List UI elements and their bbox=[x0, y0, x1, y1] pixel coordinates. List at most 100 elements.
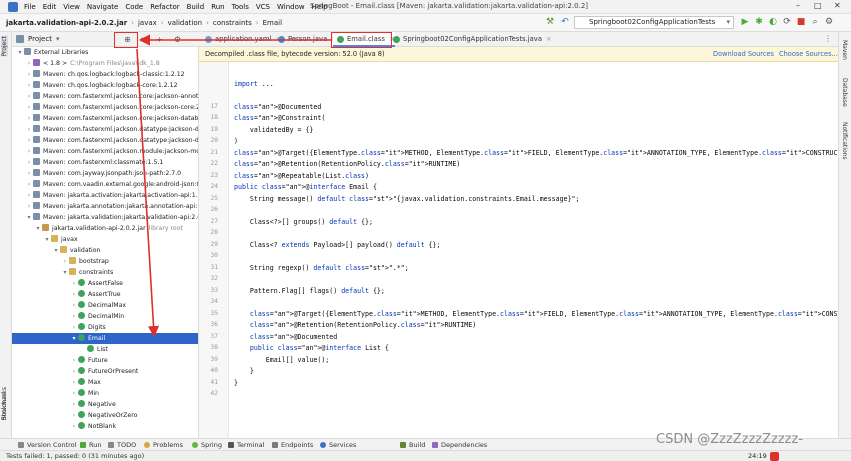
code-line[interactable]: class="an">@Constraint( bbox=[234, 114, 325, 122]
settings-gear-icon[interactable]: ⚙ bbox=[824, 17, 834, 27]
chevron-right-icon[interactable]: › bbox=[25, 146, 33, 157]
project-tool-tab[interactable]: Project bbox=[1, 36, 8, 57]
search-everywhere-icon[interactable]: ⌕ bbox=[810, 17, 820, 27]
chevron-right-icon[interactable]: › bbox=[25, 179, 33, 190]
tree-node[interactable]: › Maven: jakarta.annotation:jakarta.annot… bbox=[12, 201, 198, 212]
chevron-right-icon[interactable]: › bbox=[25, 91, 33, 102]
stop-icon[interactable]: ■ bbox=[796, 17, 806, 27]
chevron-right-icon[interactable]: › bbox=[61, 256, 69, 267]
tree-node[interactable]: ▾ Email bbox=[12, 333, 198, 344]
chevron-right-icon[interactable]: › bbox=[25, 135, 33, 146]
code-line[interactable]: } bbox=[234, 367, 254, 375]
breadcrumb-email[interactable]: Email bbox=[263, 19, 282, 27]
expand-all-icon[interactable]: ≡ bbox=[138, 34, 149, 45]
tree-node[interactable]: ▾ jakarta.validation-api-2.0.2.jar library… bbox=[12, 223, 198, 234]
run-icon[interactable]: ▶ bbox=[740, 17, 750, 27]
chevron-right-icon[interactable]: › bbox=[25, 168, 33, 179]
notifications-tool-tab[interactable]: Notifications bbox=[841, 122, 848, 160]
maximize-icon[interactable]: □ bbox=[814, 1, 822, 10]
tree-node[interactable]: › Maven: com.fasterxml.jackson.datatype:j… bbox=[12, 124, 198, 135]
chevron-right-icon[interactable]: › bbox=[70, 421, 78, 432]
chevron-right-icon[interactable]: › bbox=[25, 113, 33, 124]
code-line[interactable]: class="an">@Target({ElementType.class="i… bbox=[234, 149, 838, 157]
tree-node[interactable]: › Maven: com.fasterxml.jackson.module:jac… bbox=[12, 146, 198, 157]
menu-view[interactable]: View bbox=[63, 3, 80, 11]
chevron-down-icon[interactable]: ▾ bbox=[43, 234, 51, 245]
tree-node[interactable]: › Maven: com.jayway.jsonpath:json-path:2.… bbox=[12, 168, 198, 179]
chevron-right-icon[interactable]: › bbox=[70, 399, 78, 410]
breadcrumb-validation[interactable]: validation bbox=[168, 19, 202, 27]
menu-run[interactable]: Run bbox=[211, 3, 224, 11]
close-tab-icon[interactable]: × bbox=[546, 35, 552, 43]
chevron-right-icon[interactable]: › bbox=[25, 102, 33, 113]
chevron-down-icon[interactable]: ▾ bbox=[25, 212, 33, 223]
code-line[interactable]: class="an">@Documented bbox=[234, 333, 337, 341]
code-line[interactable]: class="an">@Target({ElementType.class="i… bbox=[234, 310, 838, 318]
tree-node[interactable]: › AssertFalse bbox=[12, 278, 198, 289]
status-message[interactable]: Tests failed: 1, passed: 0 (31 minutes a… bbox=[6, 451, 144, 461]
caret-position[interactable]: 24:19 bbox=[748, 451, 767, 461]
menu-refactor[interactable]: Refactor bbox=[150, 3, 179, 11]
tree-node[interactable]: ▾ External Libraries bbox=[12, 47, 198, 58]
options-gear-icon[interactable]: ⚙ bbox=[172, 34, 183, 45]
close-window-icon[interactable]: ✕ bbox=[834, 1, 841, 10]
tree-node[interactable]: ▾ Maven: jakarta.validation:jakarta.valid… bbox=[12, 212, 198, 223]
maven-tool-tab[interactable]: Maven bbox=[841, 40, 848, 60]
tree-node[interactable]: › Maven: com.fasterxml.jackson.core:jacks… bbox=[12, 102, 198, 113]
menu-vcs[interactable]: VCS bbox=[256, 3, 270, 11]
hide-panel-icon[interactable]: — bbox=[187, 34, 198, 45]
chevron-down-icon[interactable]: ▾ bbox=[70, 333, 78, 344]
chevron-right-icon[interactable]: › bbox=[25, 80, 33, 91]
download-sources-link[interactable]: Download Sources bbox=[713, 47, 774, 62]
tree-node[interactable]: › Min bbox=[12, 388, 198, 399]
tab-springboot-tests[interactable]: Springboot02ConfigApplicationTests.java × bbox=[389, 32, 552, 47]
breadcrumb-javax[interactable]: javax bbox=[138, 19, 157, 27]
chevron-right-icon[interactable]: › bbox=[70, 311, 78, 322]
chevron-right-icon[interactable]: › bbox=[70, 300, 78, 311]
code-line[interactable]: } bbox=[234, 379, 238, 387]
code-line[interactable]: class="an">@Repeatable(List.class) bbox=[234, 172, 369, 180]
menu-navigate[interactable]: Navigate bbox=[87, 3, 118, 11]
tab-list-icon[interactable]: ⋮ bbox=[824, 34, 832, 43]
breadcrumb-jar[interactable]: jakarta.validation-api-2.0.2.jar bbox=[6, 19, 127, 27]
tree-node[interactable]: › Maven: com.fasterxml:classmate:1.5.1 bbox=[12, 157, 198, 168]
chevron-right-icon[interactable]: › bbox=[25, 69, 33, 80]
database-tool-tab[interactable]: Database bbox=[841, 78, 848, 107]
code-line[interactable]: Email[] value(); bbox=[234, 356, 330, 364]
code-line[interactable]: Class<?>[] groups() default {}; bbox=[234, 218, 373, 226]
code-line[interactable]: validatedBy = {} bbox=[234, 126, 314, 134]
collapse-all-icon[interactable]: ÷ bbox=[154, 34, 165, 45]
code-line[interactable]: Class<? extends Payload>[] payload() def… bbox=[234, 241, 441, 249]
tree-node[interactable]: › Digits bbox=[12, 322, 198, 333]
back-icon[interactable]: ↶ bbox=[560, 17, 570, 27]
tree-node[interactable]: › Max bbox=[12, 377, 198, 388]
structure-tool-tab[interactable]: Structure bbox=[1, 392, 8, 420]
chevron-down-icon[interactable]: ▾ bbox=[34, 223, 42, 234]
code-line[interactable]: import ... bbox=[234, 80, 274, 88]
code-line[interactable]: Pattern.Flag[] flags() default {}; bbox=[234, 287, 385, 295]
choose-sources-link[interactable]: Choose Sources... bbox=[779, 47, 838, 62]
debug-icon[interactable]: ✱ bbox=[754, 17, 764, 27]
tree-node[interactable]: › AssertTrue bbox=[12, 289, 198, 300]
chevron-right-icon[interactable]: › bbox=[25, 58, 33, 69]
chevron-right-icon[interactable]: › bbox=[70, 366, 78, 377]
tree-node[interactable]: › NegativeOrZero bbox=[12, 410, 198, 421]
chevron-right-icon[interactable]: › bbox=[70, 410, 78, 421]
tree-node[interactable]: › Maven: ch.qos.logback:logback-classic:1… bbox=[12, 69, 198, 80]
tree-node[interactable]: › Maven: com.fasterxml.jackson.datatype:j… bbox=[12, 135, 198, 146]
profile-icon[interactable]: ⟳ bbox=[782, 17, 792, 27]
build-hammer-icon[interactable]: ⚒ bbox=[545, 17, 555, 27]
chevron-down-icon[interactable]: ▾ bbox=[16, 47, 24, 58]
chevron-right-icon[interactable]: › bbox=[25, 201, 33, 212]
tab-application-yaml[interactable]: application.yaml× bbox=[201, 32, 281, 47]
chevron-right-icon[interactable]: › bbox=[70, 388, 78, 399]
tree-node[interactable]: › Negative bbox=[12, 399, 198, 410]
code-line[interactable]: String regexp() default class="st">".*"; bbox=[234, 264, 409, 272]
chevron-right-icon[interactable]: › bbox=[70, 355, 78, 366]
tree-node[interactable]: ▾ validation bbox=[12, 245, 198, 256]
chevron-right-icon[interactable]: › bbox=[25, 157, 33, 168]
menu-edit[interactable]: Edit bbox=[43, 3, 57, 11]
menu-code[interactable]: Code bbox=[125, 3, 143, 11]
code-line[interactable]: class="an">@Documented bbox=[234, 103, 321, 111]
chevron-right-icon[interactable]: › bbox=[25, 190, 33, 201]
